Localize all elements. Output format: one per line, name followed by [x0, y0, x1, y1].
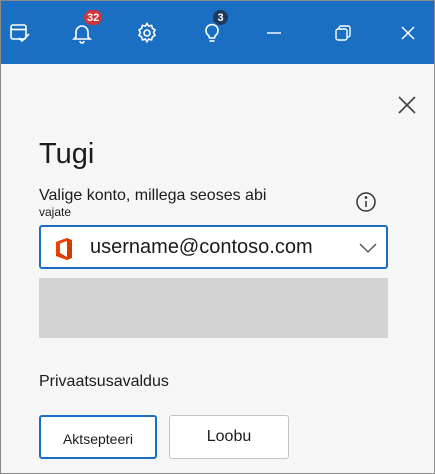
gear-icon — [135, 21, 159, 45]
page-title: Tugi — [39, 138, 95, 170]
tips-button[interactable]: 3 — [187, 1, 237, 64]
close-icon — [398, 23, 418, 43]
privacy-statement-link[interactable]: Privaatsusavaldus — [39, 373, 169, 391]
account-prompt-line2: vajate — [39, 205, 72, 219]
account-prompt-line1: Valige konto, millega seoses abi — [39, 187, 267, 204]
support-pane: Tugi Valige konto, millega seoses abi va… — [1, 64, 434, 473]
close-icon — [397, 95, 417, 120]
calendar-check-icon — [8, 21, 32, 45]
restore-button[interactable] — [318, 1, 368, 64]
office-icon — [54, 237, 74, 266]
tips-badge: 3 — [212, 9, 229, 26]
content-placeholder — [39, 278, 388, 338]
accept-button[interactable]: Aktsepteeri — [39, 415, 157, 459]
info-button[interactable] — [355, 191, 377, 218]
settings-button[interactable] — [122, 1, 172, 64]
account-prompt: Valige konto, millega seoses abi vajate — [39, 186, 299, 219]
window-close-button[interactable] — [383, 1, 433, 64]
pane-close-button[interactable] — [395, 95, 419, 119]
title-bar: 32 3 — [1, 1, 434, 64]
cancel-button[interactable]: Loobu — [169, 415, 289, 459]
app-window: 32 3 Tugi Valige konto, millega seoses a… — [0, 0, 435, 474]
selected-account: username@contoso.com — [90, 236, 313, 258]
restore-icon — [333, 23, 353, 43]
chevron-down-icon — [358, 238, 378, 263]
minimize-icon — [264, 23, 284, 43]
minimize-button[interactable] — [249, 1, 299, 64]
notifications-badge: 32 — [83, 9, 104, 26]
notifications-button[interactable]: 32 — [57, 1, 107, 64]
calendar-check-button[interactable] — [1, 1, 45, 64]
account-dropdown[interactable]: username@contoso.com — [39, 225, 388, 269]
info-icon — [355, 191, 377, 218]
